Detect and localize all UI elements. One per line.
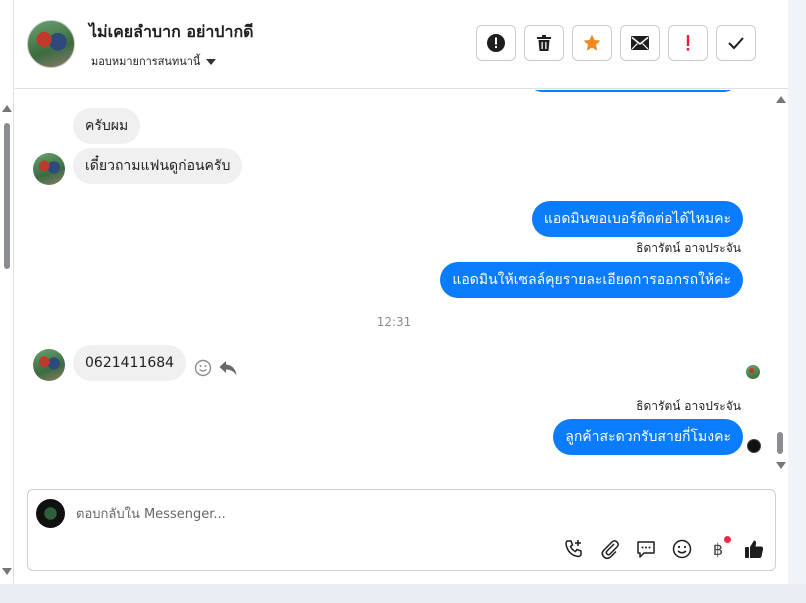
call-button[interactable]	[561, 536, 587, 562]
reply-composer: ฿	[27, 489, 776, 571]
mark-done-button[interactable]	[716, 25, 756, 61]
report-button[interactable]	[476, 25, 516, 61]
star-button[interactable]	[572, 25, 612, 61]
conversation-header: ไม่เคยลำบาก อย่าปากดี มอบหมายการสนทนานี้	[15, 0, 788, 89]
assign-label: มอบหมายการสนทนานี้	[91, 55, 201, 68]
scroll-down-arrow[interactable]	[2, 568, 12, 575]
emoji-icon	[672, 539, 692, 559]
assign-conversation-dropdown[interactable]: มอบหมายการสนทนานี้	[91, 52, 217, 70]
caret-down-icon	[206, 59, 217, 65]
message-tools	[194, 359, 238, 377]
mail-icon	[631, 36, 649, 50]
sender-avatar[interactable]	[33, 153, 65, 185]
check-icon	[728, 37, 744, 50]
report-icon	[487, 34, 505, 52]
page-avatar	[36, 499, 65, 528]
contact-name[interactable]: ไม่เคยลำบาก อย่าปากดี	[89, 20, 254, 45]
payment-icon: ฿	[712, 539, 724, 559]
header-actions	[476, 25, 756, 61]
scroll-thumb[interactable]	[4, 123, 10, 269]
composer-tools: ฿	[561, 536, 767, 562]
conversation-panel: ไม่เคยลำบาก อย่าปากดี มอบหมายการสนทนานี้	[0, 0, 788, 584]
spam-button[interactable]	[668, 25, 708, 61]
seen-page-avatar	[747, 439, 761, 453]
outer-scrollbar[interactable]	[0, 0, 14, 584]
incoming-message[interactable]: ครับผม	[73, 108, 141, 144]
thread-scroll-up-arrow[interactable]	[776, 96, 786, 103]
reply-input[interactable]	[76, 504, 576, 524]
phone-icon	[565, 540, 582, 558]
seen-avatar	[746, 365, 760, 379]
payment-button[interactable]: ฿	[705, 536, 731, 562]
previous-outgoing-bubble	[528, 90, 738, 92]
react-emoji-icon[interactable]	[194, 359, 212, 377]
thread-scroll-down-arrow[interactable]	[776, 462, 786, 469]
spam-icon	[686, 35, 690, 51]
message-timestamp: 12:31	[376, 315, 412, 329]
attach-icon	[601, 540, 619, 560]
like-button[interactable]	[741, 536, 767, 562]
like-icon	[745, 540, 764, 558]
thread-scroll-thumb[interactable]	[777, 432, 783, 454]
contact-avatar[interactable]	[27, 20, 75, 68]
notification-dot	[724, 536, 731, 543]
message-thread[interactable]: ครับผม เดี๋ยวถามแฟนดูก่อนครับ แอดมินขอเบ…	[15, 90, 773, 480]
delete-button[interactable]	[524, 25, 564, 61]
scroll-up-arrow[interactable]	[2, 105, 12, 112]
trash-icon	[537, 35, 551, 51]
incoming-message[interactable]: 0621411684	[73, 345, 187, 381]
outgoing-message[interactable]: แอดมินให้เซลล์คุยรายละเอียดการออกรถให้ค่…	[440, 262, 743, 298]
saved-reply-button[interactable]	[633, 536, 659, 562]
background-strip-right	[788, 0, 806, 603]
attach-button[interactable]	[597, 536, 623, 562]
emoji-button[interactable]	[669, 536, 695, 562]
saved-reply-icon	[637, 541, 655, 558]
thread-scrollbar[interactable]	[773, 90, 788, 480]
sender-name: ธิดารัตน์ อาจประจัน	[636, 241, 741, 255]
sender-name: ธิดารัตน์ อาจประจัน	[636, 399, 741, 413]
background-strip-bottom	[0, 584, 806, 603]
reply-icon[interactable]	[218, 359, 238, 377]
mark-unread-button[interactable]	[620, 25, 660, 61]
outgoing-message[interactable]: แอดมินขอเบอร์ติดต่อได้ไหมคะ	[531, 201, 743, 237]
star-icon	[583, 34, 601, 51]
incoming-message[interactable]: เดี๋ยวถามแฟนดูก่อนครับ	[73, 148, 243, 184]
outgoing-message[interactable]: ลูกค้าสะดวกรับสายกี่โมงคะ	[553, 419, 743, 455]
sender-avatar[interactable]	[33, 349, 65, 381]
